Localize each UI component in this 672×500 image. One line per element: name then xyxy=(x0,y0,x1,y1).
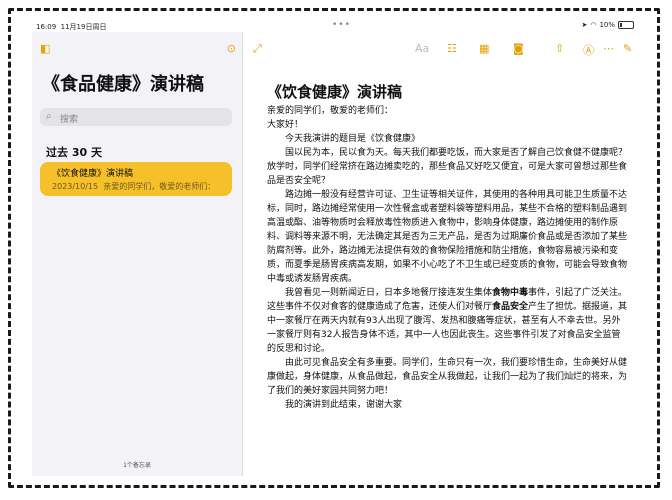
greeting-line: 亲爱的同学们，敬爱的老师们： xyxy=(267,106,394,116)
search-placeholder: 搜索 xyxy=(60,115,79,125)
sidebar: ◧ ⊙ 《食品健康》演讲稿 ⌕ 搜索 过去 30 天 《饮食健康》演讲稿 202… xyxy=(32,32,243,476)
status-date: 11月19日周日 xyxy=(60,23,107,31)
more-icon[interactable]: ⋯ xyxy=(603,42,614,55)
search-icon: ⌕ xyxy=(46,111,52,122)
camera-icon[interactable]: ◙ xyxy=(513,42,524,55)
ipad-screen: 16:09 11月19日周日 ••• ➤ ◠ 10% ◧ ⊙ 《食品健康》演讲稿… xyxy=(32,18,640,476)
location-icon: ➤ xyxy=(581,21,588,29)
table-icon[interactable]: ▦ xyxy=(479,42,489,55)
status-time: 16:09 xyxy=(36,23,57,31)
status-bar: 16:09 11月19日周日 ••• ➤ ◠ 10% xyxy=(32,18,640,32)
sidebar-toggle-icon[interactable]: ◧ xyxy=(40,42,50,55)
more-options-icon[interactable]: ⊙ xyxy=(227,42,236,55)
battery-icon xyxy=(618,21,634,29)
expand-icon[interactable]: ⤢ xyxy=(253,42,262,56)
paragraph-4: 我曾看见一则新闻近日，日本多地餐厅接连发生集体食物中毒事件，引起了广泛关注。这些… xyxy=(267,288,628,354)
format-button[interactable]: Aa xyxy=(415,42,429,55)
note-body[interactable]: 《饮食健康》演讲稿 亲爱的同学们，敬爱的老师们： 大家好！ 今天我演讲的题目是《… xyxy=(267,82,629,412)
note-title: 《饮食健康》演讲稿 xyxy=(267,83,403,101)
paragraph-1: 今天我演讲的题目是《饮食健康》 xyxy=(285,134,421,144)
note-editor[interactable]: ⤢ Aa ☷ ▦ ◙ ⇧ Ⓐ ⋯ ✎ 《饮食健康》演讲稿 亲爱的同学们，敬爱的老… xyxy=(243,32,640,476)
share-icon[interactable]: ⇧ xyxy=(555,42,564,55)
note-item-date: 2023/10/15 xyxy=(52,182,99,191)
paragraph-6: 我的演讲到此结束，谢谢大家 xyxy=(285,400,403,410)
note-count: 1个备忘录 xyxy=(123,462,151,469)
paragraph-3: 路边摊一般没有经营许可证、卫生证等相关证件，其使用的各种用具可能卫生质量不达标，… xyxy=(267,190,628,284)
multitasking-dots[interactable]: ••• xyxy=(332,20,351,30)
greeting-line-2: 大家好！ xyxy=(267,120,304,130)
paragraph-2: 国以民为本，民以食为天。每天我们都要吃饭，而大家是否了解自己饮食健不健康呢？放学… xyxy=(267,148,628,186)
section-header: 过去 30 天 xyxy=(46,146,102,159)
note-list-item[interactable]: 《饮食健康》演讲稿 2023/10/15 亲爱的同学们，敬爱的老师们： xyxy=(40,162,232,196)
compose-icon[interactable]: ✎ xyxy=(623,42,632,55)
paragraph-5: 由此可见食品安全有多重要。同学们，生命只有一次，我们要珍惜生命，生命美好从健康做… xyxy=(267,358,628,396)
note-item-preview: 亲爱的同学们，敬爱的老师们： xyxy=(103,182,216,191)
search-input[interactable]: ⌕ 搜索 xyxy=(40,108,232,126)
folder-title: 《食品健康》演讲稿 xyxy=(42,74,204,95)
wifi-icon: ◠ xyxy=(590,21,597,29)
note-item-title: 《饮食健康》演讲稿 xyxy=(52,169,134,179)
checklist-icon[interactable]: ☷ xyxy=(447,42,457,55)
markup-icon[interactable]: Ⓐ xyxy=(583,42,594,58)
battery-percent: 10% xyxy=(599,21,615,29)
